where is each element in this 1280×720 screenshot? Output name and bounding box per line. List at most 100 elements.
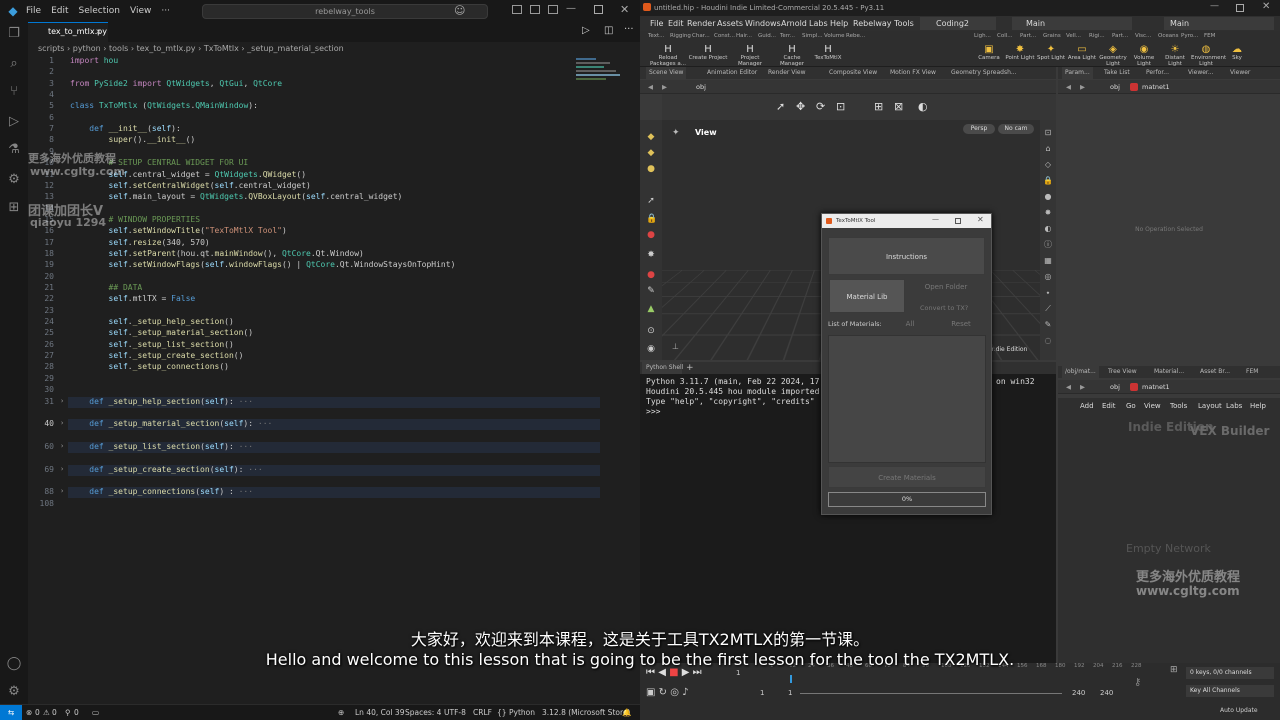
back-arrow-icon[interactable]: ◀ bbox=[648, 80, 653, 94]
transform-icon[interactable]: ◆ bbox=[646, 148, 656, 158]
minimize-icon[interactable]: — bbox=[1210, 1, 1219, 11]
code-editor[interactable]: 1 import hou 2 3 from PySide2 import QtWidge… bbox=[28, 56, 628, 704]
background-icon[interactable]: ◐ bbox=[1043, 224, 1053, 234]
code-line[interactable]: self.mtlTX = False bbox=[70, 294, 195, 303]
more-menu-icon[interactable]: ··· bbox=[161, 6, 170, 16]
menu-file[interactable]: File bbox=[650, 16, 663, 31]
wireframe-icon[interactable]: ◇ bbox=[1043, 160, 1053, 170]
remote-indicator-icon[interactable]: ⇆ bbox=[0, 705, 22, 720]
source-control-icon[interactable]: ⑂ bbox=[6, 84, 22, 100]
instructions-button[interactable]: Instructions bbox=[828, 237, 985, 275]
materials-list[interactable] bbox=[828, 335, 986, 463]
back-arrow-icon[interactable]: ◀ bbox=[1066, 380, 1071, 394]
network-menu-item[interactable]: Help bbox=[1250, 402, 1266, 410]
more-actions-icon[interactable]: ··· bbox=[624, 24, 634, 35]
light-icon[interactable]: ✸ bbox=[646, 250, 656, 260]
run-debug-icon[interactable]: ▷ bbox=[6, 114, 22, 130]
braces-icon[interactable]: {} bbox=[497, 705, 507, 720]
home-icon[interactable]: ⌂ bbox=[1043, 144, 1053, 154]
code-line[interactable]: self._setup_help_section() bbox=[70, 317, 234, 326]
explorer-icon[interactable]: ❐ bbox=[6, 26, 22, 42]
light-tool-7[interactable]: ◍ Environment Light bbox=[1191, 44, 1221, 67]
auto-update-menu[interactable]: Auto Update bbox=[1220, 707, 1258, 714]
pane-tab[interactable]: Animation Editor bbox=[707, 67, 757, 79]
breadcrumb[interactable]: scripts › python › tools › tex_to_mtlx.p… bbox=[28, 42, 640, 56]
menu-help[interactable]: Help bbox=[830, 16, 848, 31]
menu-labs[interactable]: Labs bbox=[809, 16, 828, 31]
pane-tab[interactable]: Param... bbox=[1062, 67, 1093, 79]
code-line[interactable]: def _setup_help_section(self): ··· bbox=[70, 397, 253, 406]
tab-close-icon[interactable]: × bbox=[95, 23, 102, 41]
display-icon[interactable]: ◐ bbox=[918, 100, 928, 113]
shelf-set-left[interactable]: Main bbox=[1012, 17, 1132, 30]
shelf-tab[interactable]: Text... bbox=[648, 31, 664, 41]
forward-arrow-icon[interactable]: ▶ bbox=[662, 80, 667, 94]
path-obj[interactable]: obj bbox=[1110, 80, 1120, 94]
info-icon[interactable]: ⓘ bbox=[1043, 240, 1053, 250]
shelf-tab[interactable]: Vell... bbox=[1066, 31, 1081, 41]
path-matnet[interactable]: matnet1 bbox=[1142, 80, 1170, 94]
shelf-tool-4[interactable]: H TexToMtlX bbox=[808, 44, 848, 61]
line-ending[interactable]: CRLF bbox=[473, 705, 492, 720]
path-obj[interactable]: obj bbox=[1110, 380, 1120, 394]
ports-count[interactable]: 0 bbox=[74, 705, 79, 720]
code-line[interactable]: class TxToMtlx (QtWidgets.QMainWindow): bbox=[70, 101, 258, 110]
fold-chevron-icon[interactable]: › bbox=[60, 419, 64, 427]
code-line[interactable]: self._setup_create_section() bbox=[70, 351, 243, 360]
handle-tool-icon[interactable]: ⊡ bbox=[836, 100, 845, 113]
forward-arrow-icon[interactable]: ▶ bbox=[1080, 380, 1085, 394]
close-icon[interactable]: ✕ bbox=[620, 3, 629, 16]
select-all-button[interactable]: All bbox=[888, 318, 932, 330]
close-icon[interactable]: ✕ bbox=[1262, 1, 1270, 12]
layout-sidebar-icon[interactable] bbox=[512, 5, 522, 14]
warning-count[interactable]: 0 bbox=[52, 705, 57, 720]
network-menu-item[interactable]: Layout bbox=[1198, 402, 1222, 410]
menu-file[interactable]: File bbox=[26, 6, 41, 16]
shelf-tab[interactable]: Volume bbox=[824, 31, 844, 41]
code-line[interactable]: self.setWindowFlags(self.windowFlags() |… bbox=[70, 260, 455, 269]
copilot-icon[interactable]: ☺ bbox=[454, 4, 465, 17]
range-start[interactable]: 1 bbox=[760, 689, 764, 697]
code-line[interactable]: from PySide2 import QtWidgets, QtGui, Qt… bbox=[70, 79, 282, 88]
menu-arnold[interactable]: Arnold bbox=[781, 16, 807, 31]
transform-tool-icon[interactable]: ✥ bbox=[796, 100, 805, 113]
shelf-tab[interactable]: Char... bbox=[692, 31, 710, 41]
network-menu-item[interactable]: View bbox=[1144, 402, 1161, 410]
code-line[interactable]: self.setCentralWidget(self.central_widge… bbox=[70, 181, 311, 190]
network-menu-item[interactable]: Labs bbox=[1226, 402, 1242, 410]
pane-tab[interactable]: Tree View bbox=[1108, 366, 1137, 378]
display-icon[interactable]: ⊡ bbox=[1043, 128, 1053, 138]
code-line[interactable]: def _setup_create_section(self): ··· bbox=[70, 465, 263, 474]
errors-icon[interactable]: ⊗ bbox=[26, 705, 32, 720]
code-line[interactable]: self._setup_list_section() bbox=[70, 340, 234, 349]
light-tool-6[interactable]: ☀ Distant Light bbox=[1160, 44, 1190, 67]
network-editor[interactable]: Indie Edition VEX Builder Empty Network … bbox=[1058, 398, 1280, 663]
light-tool-0[interactable]: ▣ Camera bbox=[974, 44, 1004, 61]
light-tool-4[interactable]: ◈ Geometry Light bbox=[1098, 44, 1128, 67]
ports-icon[interactable]: ⚲ bbox=[65, 705, 71, 720]
sphere-icon[interactable]: ● bbox=[646, 270, 656, 280]
shelf-tab[interactable]: Hair... bbox=[736, 31, 752, 41]
menu-rebelway-tools[interactable]: Rebelway Tools bbox=[853, 16, 914, 31]
remote-icon[interactable]: ⚙ bbox=[6, 172, 22, 188]
back-arrow-icon[interactable]: ◀ bbox=[1066, 80, 1071, 94]
range-end-2[interactable]: 240 bbox=[1100, 689, 1113, 697]
light-tool-2[interactable]: ✦ Spot Light bbox=[1036, 44, 1066, 61]
grid-icon[interactable]: ▦ bbox=[1043, 256, 1053, 266]
interpreter[interactable]: 3.12.8 (Microsoft Store) bbox=[542, 705, 630, 720]
zoom-icon[interactable]: ⊕ bbox=[338, 705, 344, 720]
layout-panel-icon[interactable] bbox=[530, 5, 540, 14]
visibility-icon[interactable]: ◎ bbox=[1043, 272, 1053, 282]
snap-icon[interactable]: ⬩ bbox=[1043, 288, 1053, 298]
key-icon[interactable]: ⚷ bbox=[1134, 677, 1141, 688]
minimap[interactable] bbox=[576, 56, 626, 116]
light-tool-3[interactable]: ▭ Area Light bbox=[1067, 44, 1097, 61]
shelf-tab[interactable]: Const... bbox=[714, 31, 735, 41]
menu-selection[interactable]: Selection bbox=[79, 6, 120, 16]
pane-tab[interactable]: Render View bbox=[768, 67, 806, 79]
network-menu-item[interactable]: Tools bbox=[1170, 402, 1187, 410]
fold-chevron-icon[interactable]: › bbox=[60, 487, 64, 495]
pane-tab[interactable]: /obj/mat... bbox=[1062, 366, 1099, 378]
pane-tab[interactable]: Take List bbox=[1104, 67, 1130, 79]
shelf-tab[interactable]: Simpl... bbox=[802, 31, 823, 41]
